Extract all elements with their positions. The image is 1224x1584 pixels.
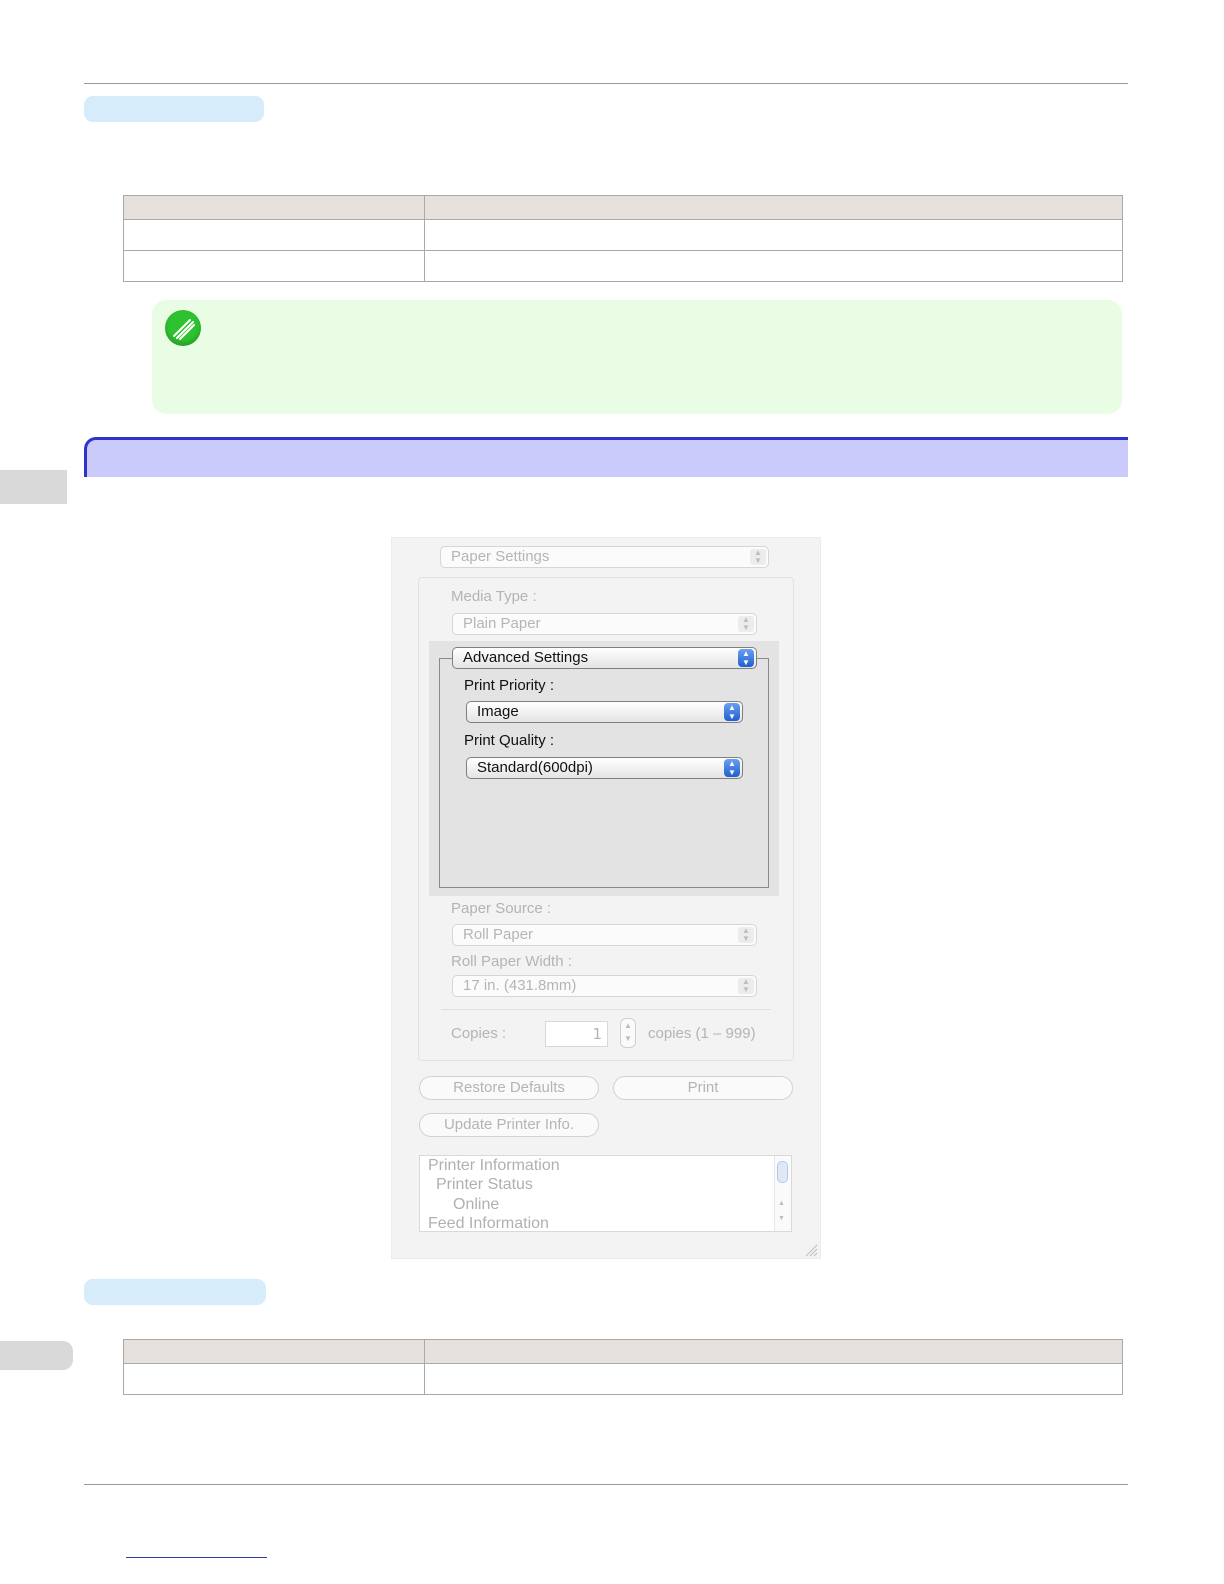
- copies-range: copies (1 – 999): [648, 1025, 756, 1042]
- list-item: Printer Status: [436, 1176, 533, 1193]
- table-header-row: [123, 1339, 1123, 1364]
- copies-value: 1: [592, 1025, 602, 1043]
- copies-input[interactable]: 1: [545, 1021, 608, 1047]
- section-label-pill: [84, 96, 264, 122]
- print-button[interactable]: Print: [613, 1076, 793, 1100]
- popup-arrows-icon: ▲ ▼: [738, 649, 754, 667]
- print-quality-popup[interactable]: Standard(600dpi) ▲ ▼: [466, 757, 743, 779]
- top-rule: [84, 83, 1128, 84]
- popup-arrows-icon: ▲ ▼: [724, 759, 740, 777]
- media-type-popup[interactable]: Plain Paper ▲ ▼: [452, 613, 757, 635]
- table-row: [123, 250, 1123, 282]
- scroll-down-icon[interactable]: ▼: [778, 1215, 785, 1222]
- note-box: [152, 300, 1122, 414]
- restore-defaults-button[interactable]: Restore Defaults: [419, 1076, 599, 1100]
- stepper-down-icon: ▼: [624, 1034, 632, 1043]
- print-quality-label: Print Quality :: [464, 732, 555, 749]
- print-priority-value: Image: [477, 703, 519, 720]
- roll-width-label: Roll Paper Width :: [451, 953, 572, 970]
- advanced-settings-label: Advanced Settings: [463, 649, 589, 666]
- side-tab-page: [0, 1341, 73, 1370]
- popup-arrows-icon: ▲ ▼: [724, 703, 740, 721]
- side-tab-chapter: [0, 470, 67, 504]
- table-row: [123, 1363, 1123, 1395]
- copies-stepper[interactable]: ▲ ▼: [620, 1018, 636, 1048]
- footer-link-underline[interactable]: [126, 1557, 267, 1558]
- media-type-value: Plain Paper: [463, 615, 541, 632]
- media-type-label: Media Type :: [451, 588, 537, 605]
- roll-width-value: 17 in. (431.8mm): [463, 977, 577, 994]
- copies-label: Copies :: [451, 1025, 507, 1042]
- paper-source-label: Paper Source :: [451, 900, 552, 917]
- printer-info-list[interactable]: Printer Information Printer Status Onlin…: [419, 1155, 792, 1232]
- print-priority-label: Print Priority :: [464, 677, 555, 694]
- paper-source-value: Roll Paper: [463, 926, 534, 943]
- popup-arrows-icon: ▲ ▼: [738, 978, 754, 994]
- advanced-settings-popup[interactable]: Advanced Settings ▲ ▼: [452, 647, 757, 669]
- list-item: Printer Information: [428, 1157, 560, 1174]
- scrollbar-thumb[interactable]: [777, 1161, 788, 1183]
- resize-grip-icon[interactable]: [804, 1243, 818, 1257]
- popup-arrows-icon: ▲ ▼: [738, 927, 754, 943]
- bottom-rule: [84, 1484, 1128, 1485]
- table-header-row: [123, 195, 1123, 220]
- list-item: Online: [453, 1196, 500, 1213]
- section-banner: [84, 437, 1128, 477]
- note-pencil-icon: [165, 310, 201, 346]
- info-scrollbar[interactable]: ▲ ▼: [774, 1156, 791, 1231]
- settings-table-2: [123, 1339, 1123, 1395]
- update-printer-info-button[interactable]: Update Printer Info.: [419, 1113, 599, 1137]
- print-priority-popup[interactable]: Image ▲ ▼: [466, 701, 743, 723]
- roll-width-popup[interactable]: 17 in. (431.8mm) ▲ ▼: [452, 975, 757, 997]
- section-label-pill: [84, 1279, 266, 1305]
- paper-source-popup[interactable]: Roll Paper ▲ ▼: [452, 924, 757, 946]
- popup-arrows-icon: ▲ ▼: [738, 616, 754, 632]
- popup-arrows-icon: ▲ ▼: [750, 549, 766, 565]
- copies-divider: [441, 1009, 771, 1010]
- settings-table-1: [123, 195, 1123, 282]
- scroll-up-icon[interactable]: ▲: [778, 1200, 785, 1207]
- print-quality-value: Standard(600dpi): [477, 759, 593, 776]
- list-item: Feed Information: [428, 1215, 549, 1232]
- stepper-up-icon: ▲: [624, 1021, 632, 1030]
- panel-menu-popup[interactable]: Paper Settings ▲ ▼: [440, 546, 769, 568]
- table-row: [123, 219, 1123, 251]
- panel-menu-label: Paper Settings: [451, 548, 550, 565]
